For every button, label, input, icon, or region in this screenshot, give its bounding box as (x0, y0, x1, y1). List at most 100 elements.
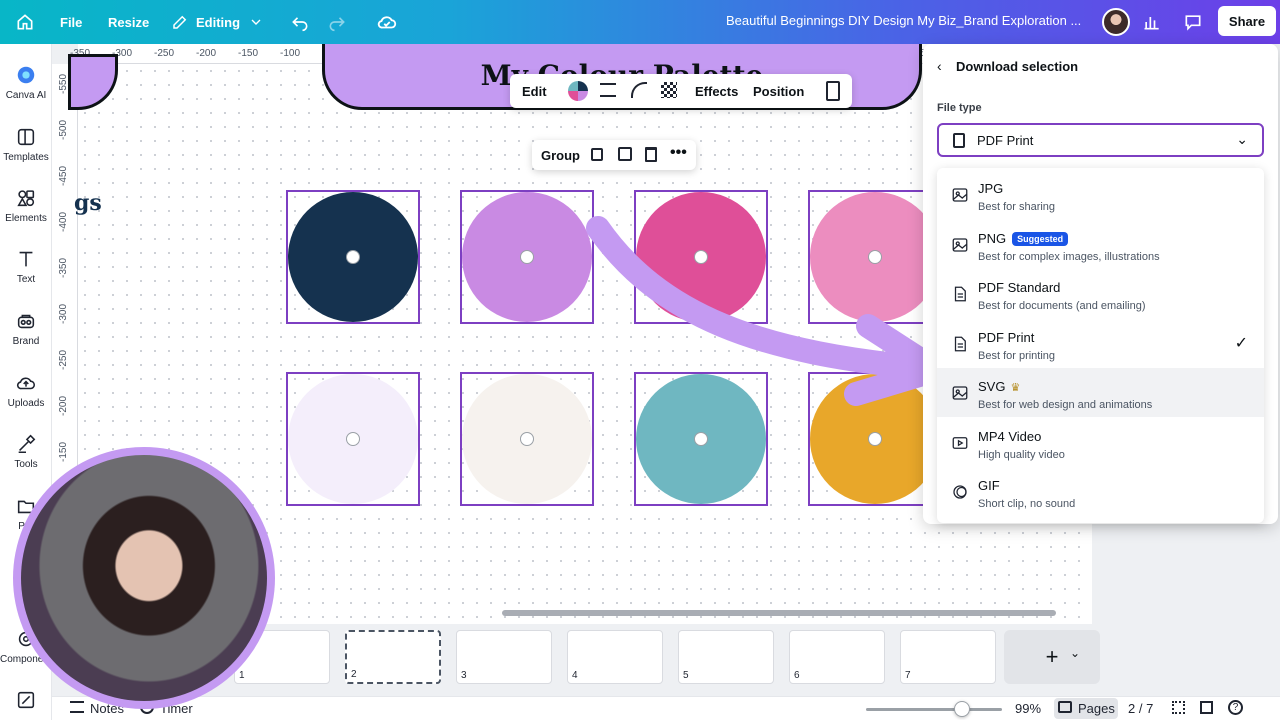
effects-button[interactable]: Effects (695, 84, 738, 99)
suggested-badge: Suggested (1012, 231, 1069, 246)
sidebar-item-elements[interactable]: Elements (0, 187, 52, 224)
trash-icon[interactable] (645, 147, 657, 162)
pages-icon (1058, 701, 1072, 713)
uploads-icon (15, 372, 37, 394)
page-number: 3 (461, 670, 467, 681)
option-description: Best for web design and animations (978, 399, 1153, 411)
horizontal-scrollbar[interactable] (502, 610, 1056, 616)
duplicate-icon[interactable] (618, 147, 632, 161)
option-name: PDF Standard (978, 280, 1061, 295)
ruler-tick: -300 (58, 303, 69, 324)
resize-button[interactable]: Resize (108, 0, 149, 44)
page-counter: 2 / 7 (1128, 701, 1154, 716)
comment-icon[interactable] (1183, 0, 1203, 44)
chevron-down-icon[interactable]: ⌄ (1070, 646, 1080, 660)
ruler-tick: -450 (58, 165, 69, 186)
page-number: 2 (351, 669, 357, 680)
border-style-icon[interactable] (600, 83, 616, 97)
page-thumbnail[interactable]: 6 (789, 630, 885, 684)
pencil-icon (173, 15, 187, 29)
gif-icon (951, 483, 969, 501)
sidebar-item-templates[interactable]: Templates (0, 126, 52, 163)
group-button[interactable]: Group (541, 148, 580, 163)
document-icon (951, 285, 969, 303)
sidebar-item-label: Uploads (7, 398, 45, 409)
option-description: High quality video (978, 448, 1065, 461)
sidebar-item-uploads[interactable]: Uploads (0, 372, 52, 409)
checkmark-icon: ✓ (1234, 334, 1248, 352)
file-type-option[interactable]: PDF Print Best for printing ✓ (937, 319, 1264, 368)
edit-button[interactable]: Edit (522, 84, 547, 99)
document-title[interactable]: Beautiful Beginnings DIY Design My Biz_B… (726, 13, 1081, 28)
image-icon (951, 236, 969, 254)
sidebar-item-label: Text (16, 274, 36, 285)
ruler-tick: -500 (58, 119, 69, 140)
grid-view-icon[interactable] (1172, 701, 1185, 714)
add-page-button[interactable]: + (1004, 630, 1100, 684)
page-thumbnail[interactable]: 2 (345, 630, 441, 684)
help-icon[interactable]: ? (1228, 700, 1243, 715)
analytics-icon[interactable] (1142, 0, 1162, 44)
ruler-tick: -100 (279, 48, 301, 59)
option-description: Best for documents (and emailing) (978, 300, 1146, 312)
file-type-option[interactable]: GIF Short clip, no sound (937, 467, 1264, 516)
video-icon (951, 434, 969, 452)
page-number: 5 (683, 670, 689, 681)
page-thumbnail[interactable]: 4 (567, 630, 663, 684)
more-options-icon[interactable]: ••• (670, 144, 687, 162)
position-button[interactable]: Position (753, 84, 804, 99)
page-thumbnail[interactable]: 3 (456, 630, 552, 684)
file-type-option[interactable]: JPG Best for sharing (937, 170, 1264, 219)
avatar[interactable] (1102, 8, 1130, 36)
panel-title: Download selection (956, 59, 1079, 74)
file-menu[interactable]: File (60, 0, 82, 44)
sidebar-item-canva-ai[interactable]: Canva AI (0, 64, 52, 101)
sidebar-item-apps[interactable] (0, 689, 52, 715)
zoom-slider[interactable] (866, 708, 1002, 711)
corner-rounding-icon[interactable] (631, 82, 647, 98)
sidebar-item-label: Tools (14, 459, 38, 470)
ruler-tick: -200 (58, 395, 69, 416)
file-type-option[interactable]: PDF Standard Best for documents (and emai… (937, 269, 1264, 318)
ruler-tick: -250 (58, 349, 69, 370)
chevron-down-icon: ⌄ (1236, 131, 1248, 147)
zoom-level[interactable]: 99% (1015, 701, 1041, 716)
fullscreen-icon[interactable] (1200, 701, 1213, 714)
sidebar-item-text[interactable]: Text (0, 248, 52, 285)
file-type-option[interactable]: PNG Suggested Best for complex images, ill… (937, 220, 1264, 269)
sidebar-item-tools[interactable]: Tools (0, 433, 52, 470)
file-type-select[interactable]: PDF Print ⌄ (937, 123, 1264, 157)
option-description: Best for printing (978, 349, 1056, 362)
transparency-icon[interactable] (661, 82, 677, 98)
pages-label: Pages (1078, 701, 1115, 716)
color-swatch-icon[interactable] (568, 81, 588, 101)
undo-icon[interactable] (290, 0, 310, 44)
page-thumbnail[interactable]: 7 (900, 630, 996, 684)
back-icon[interactable]: ‹ (937, 58, 942, 74)
canva-ai-icon (15, 64, 37, 86)
context-toolbar: Edit Effects Position (510, 74, 852, 108)
group-toolbar: Group ••• (532, 140, 696, 170)
option-description: Best for sharing (978, 201, 1056, 213)
download-panel: ‹ Download selection File type PDF Print… (923, 44, 1278, 524)
option-description: Short clip, no sound (978, 498, 1076, 510)
file-type-options: JPG Best for sharing PNG Suggested Best for … (937, 168, 1264, 523)
sidebar-item-label: Elements (5, 213, 47, 224)
page-number: 1 (239, 670, 245, 681)
file-type-value: PDF Print (977, 133, 1034, 148)
cloud-saved-icon[interactable] (376, 0, 398, 44)
option-name: MP4 Video (978, 428, 1042, 444)
redo-icon[interactable] (327, 0, 347, 44)
file-type-option[interactable]: MP4 Video High quality video (937, 418, 1264, 467)
editing-mode-dropdown[interactable]: Editing (171, 0, 264, 44)
pages-button[interactable]: Pages (1054, 698, 1118, 719)
share-button[interactable]: Share (1218, 6, 1276, 36)
page-thumbnail[interactable]: 5 (678, 630, 774, 684)
sidebar-item-brand[interactable]: Brand (0, 310, 52, 347)
copy-style-icon[interactable] (826, 81, 840, 101)
ruler-tick: -200 (195, 48, 217, 59)
file-type-option[interactable]: SVG ♛ Best for web design and animations (937, 368, 1264, 417)
zoom-slider-handle[interactable] (954, 701, 970, 717)
home-icon[interactable] (15, 0, 35, 44)
lock-icon[interactable] (591, 148, 603, 161)
